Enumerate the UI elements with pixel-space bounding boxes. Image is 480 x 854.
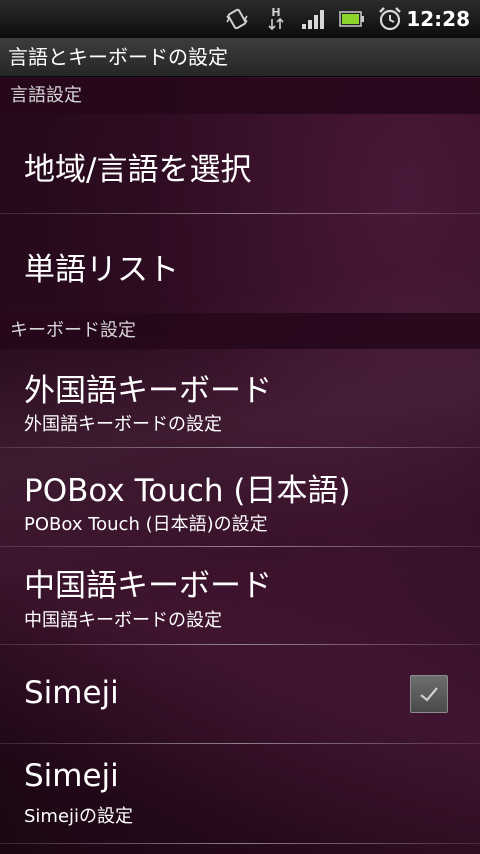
pref-simeji-settings[interactable]: Simeji Simejiの設定 [0,744,480,843]
pref-title: Simeji [24,758,119,794]
pref-title: 単語リスト [24,252,179,288]
category-header-keyboard: キーボード設定 [0,313,480,349]
status-bar: H 12:28 [0,0,480,38]
vibrate-icon [222,0,252,38]
pref-summary: 外国語キーボードの設定 [24,414,222,435]
alarm-icon [376,0,404,38]
pref-title: 外国語キーボード [24,373,272,409]
pref-pobox-touch[interactable]: POBox Touch (日本語) POBox Touch (日本語)の設定 [0,448,480,546]
network-type-label: H [271,6,280,19]
title-bar: 言語とキーボードの設定 [0,38,480,77]
pref-summary: 中国語キーボードの設定 [24,610,222,631]
category-title: 言語設定 [10,85,82,106]
pref-chinese-keyboard[interactable]: 中国語キーボード 中国語キーボードの設定 [0,547,480,644]
pref-title: POBox Touch (日本語) [24,473,351,509]
page-title: 言語とキーボードの設定 [8,45,228,69]
signal-icon [300,0,326,38]
data-transfer-icon: H [264,0,288,38]
checkmark-icon [420,687,438,702]
simeji-checkbox[interactable] [410,675,448,713]
pref-title: 中国語キーボード [24,568,272,604]
pref-simeji-toggle[interactable]: Simeji [0,645,480,743]
pref-user-dictionary[interactable]: 単語リスト [0,214,480,313]
pref-title: 地域/言語を選択 [24,152,252,188]
pref-summary: Simejiの設定 [24,806,134,827]
pref-select-locale[interactable]: 地域/言語を選択 [0,114,480,213]
battery-icon [338,0,366,38]
category-title: キーボード設定 [10,320,136,341]
pref-title: Simeji [24,675,119,711]
category-header-language: 言語設定 [0,78,480,114]
pref-summary: POBox Touch (日本語)の設定 [24,514,268,535]
status-time: 12:28 [406,7,470,31]
divider [0,843,480,844]
pref-foreign-keyboard[interactable]: 外国語キーボード 外国語キーボードの設定 [0,349,480,447]
settings-list[interactable]: 言語設定 地域/言語を選択 単語リスト キーボード設定 外国語キーボード 外国語… [0,77,480,854]
